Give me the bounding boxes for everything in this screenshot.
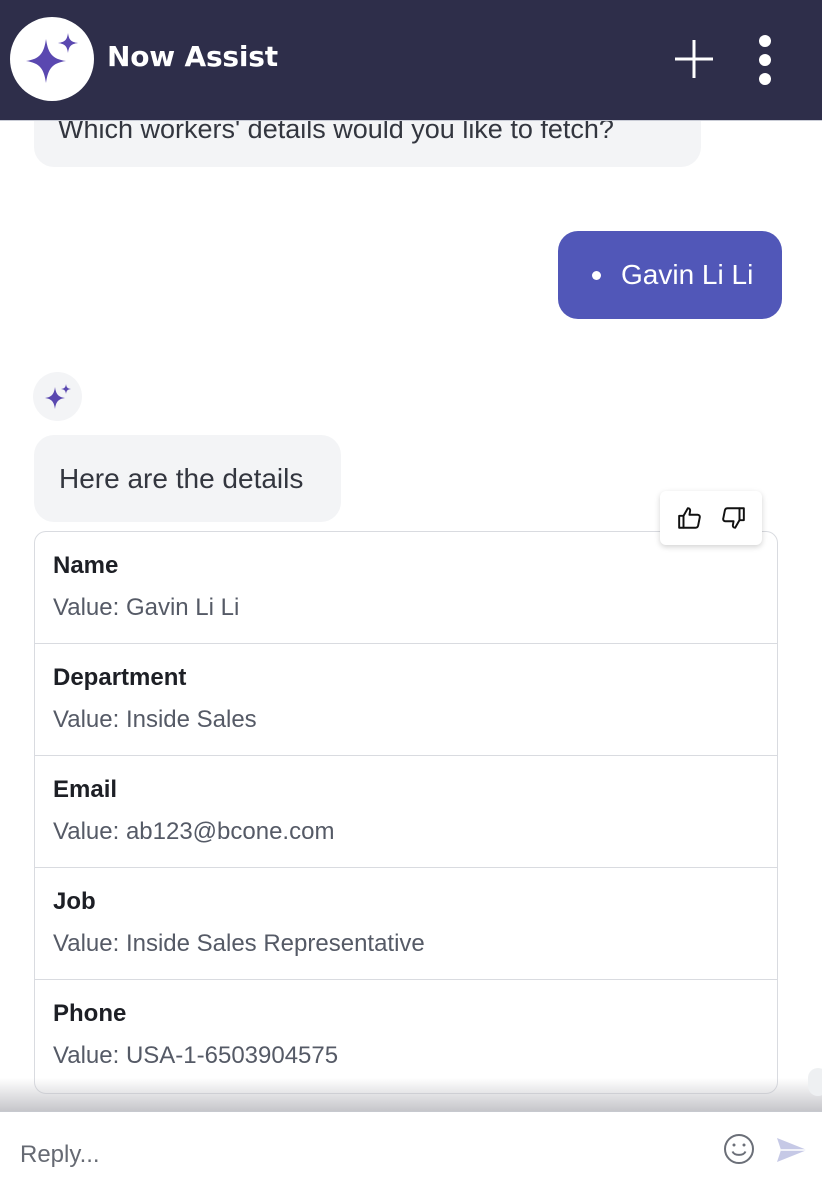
bot-avatar bbox=[33, 372, 82, 421]
detail-row: Name Value: Gavin Li Li bbox=[35, 532, 777, 644]
now-assist-logo bbox=[10, 17, 94, 101]
detail-label: Phone bbox=[53, 1000, 127, 1027]
emoji-button[interactable] bbox=[722, 1132, 756, 1166]
thumbs-up-icon bbox=[677, 507, 701, 529]
detail-value: Value: Inside Sales Representative bbox=[53, 930, 425, 957]
header-title: Now Assist bbox=[107, 40, 278, 73]
detail-label: Name bbox=[53, 552, 119, 579]
detail-row: Email Value: ab123@bcone.com bbox=[35, 756, 777, 868]
bot-message-bubble: Which workers' details would you like to… bbox=[34, 121, 701, 167]
scroll-to-bottom-handle[interactable] bbox=[808, 1068, 822, 1096]
feedback-bar bbox=[660, 491, 762, 545]
like-button[interactable] bbox=[675, 503, 705, 533]
send-button[interactable] bbox=[774, 1132, 810, 1168]
kebab-menu-icon bbox=[759, 35, 771, 85]
bullet-point bbox=[592, 270, 601, 280]
chat-transcript[interactable]: Which workers' details would you like to… bbox=[0, 121, 822, 1111]
detail-value: Value: Gavin Li Li bbox=[53, 594, 240, 621]
user-message-bubble: Gavin Li Li bbox=[558, 231, 782, 319]
plus-icon bbox=[675, 40, 713, 78]
detail-value: Value: USA-1-6503904575 bbox=[53, 1042, 339, 1069]
send-icon bbox=[777, 1138, 807, 1162]
detail-label: Job bbox=[53, 888, 96, 915]
detail-row: Job Value: Inside Sales Representative bbox=[35, 868, 777, 980]
reply-input[interactable] bbox=[20, 1134, 700, 1176]
worker-details-card: Name Value: Gavin Li Li Department Value… bbox=[34, 531, 778, 1094]
user-reply-text: Gavin Li Li bbox=[621, 259, 754, 290]
detail-value: Value: Inside Sales bbox=[53, 706, 257, 733]
detail-row: Phone Value: USA-1-6503904575 bbox=[35, 980, 777, 1092]
bot-message-bubble: Here are the details bbox=[34, 435, 341, 522]
scroll-shadow bbox=[0, 1078, 822, 1112]
detail-value: Value: ab123@bcone.com bbox=[53, 818, 335, 845]
more-options-button[interactable] bbox=[748, 32, 782, 88]
dislike-button[interactable] bbox=[718, 503, 748, 533]
detail-row: Department Value: Inside Sales bbox=[35, 644, 777, 756]
smiley-icon bbox=[724, 1134, 754, 1164]
sparkle-icon bbox=[26, 33, 78, 83]
bot-intro-text: Here are the details bbox=[59, 462, 304, 494]
bot-question-text: Which workers' details would you like to… bbox=[58, 121, 614, 144]
detail-label: Department bbox=[53, 664, 187, 691]
sparkle-icon bbox=[44, 383, 71, 409]
app-header: Now Assist bbox=[0, 0, 822, 121]
thumbs-down-icon bbox=[721, 507, 745, 529]
detail-label: Email bbox=[53, 776, 118, 803]
reply-composer bbox=[0, 1111, 822, 1196]
new-chat-button[interactable] bbox=[672, 37, 716, 81]
